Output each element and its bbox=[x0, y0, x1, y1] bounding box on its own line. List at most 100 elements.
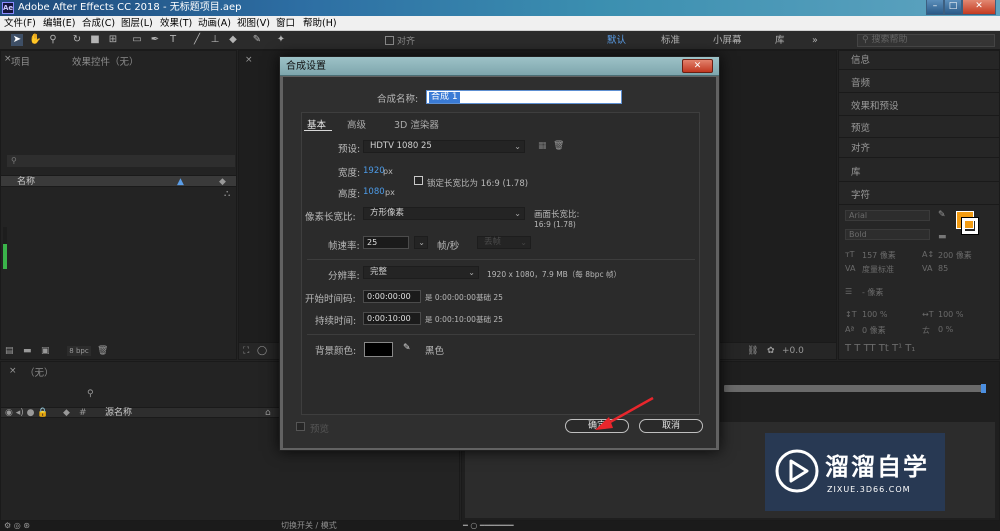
exposure-value[interactable]: +0.0 bbox=[782, 346, 804, 356]
start-timecode-input[interactable]: 0:00:00:00 bbox=[363, 290, 421, 303]
width-value[interactable]: 1920 bbox=[363, 166, 385, 176]
workspace-default[interactable]: 默认 bbox=[607, 34, 626, 47]
tab-3d-renderer[interactable]: 3D 渲染器 bbox=[394, 117, 439, 131]
panel-libraries[interactable]: 库 bbox=[839, 163, 999, 182]
tsume-value[interactable]: 0 % bbox=[938, 325, 953, 334]
panel-character[interactable]: 字符 bbox=[839, 186, 999, 205]
stroke-color-swatch[interactable] bbox=[961, 217, 979, 235]
panel-info[interactable]: 信息 bbox=[839, 51, 999, 70]
baseline-shift-value[interactable]: 0 像素 bbox=[862, 325, 886, 336]
comp-name-input[interactable]: 合成 1 bbox=[426, 90, 622, 104]
new-composition-icon[interactable]: ▣ bbox=[41, 346, 50, 356]
panel-audio[interactable]: 音频 bbox=[839, 74, 999, 93]
minimize-button[interactable]: – bbox=[926, 0, 944, 15]
tracking-value[interactable]: 85 bbox=[938, 264, 948, 273]
trash-icon[interactable]: 🗑 bbox=[97, 346, 108, 356]
eraser-tool-icon[interactable]: ◆ bbox=[227, 34, 239, 46]
new-folder-icon[interactable]: ▬ bbox=[23, 346, 32, 356]
fps-input[interactable]: 25 bbox=[363, 236, 409, 249]
panel-align[interactable]: 对齐 bbox=[839, 139, 999, 158]
puppet-tool-icon[interactable]: ✦ bbox=[275, 34, 287, 46]
eyedropper-icon[interactable]: ✎ bbox=[938, 210, 946, 220]
comp-panel-close-icon[interactable]: × bbox=[245, 55, 253, 65]
workspace-standard[interactable]: 标准 bbox=[661, 34, 680, 47]
switches-column-icon[interactable]: ⌂ bbox=[265, 408, 271, 418]
ok-button[interactable]: 确定 bbox=[565, 419, 629, 433]
panel-preview[interactable]: 预览 bbox=[839, 119, 999, 138]
camera-tool-icon[interactable]: ■ bbox=[89, 34, 101, 46]
snapshot-icon[interactable]: ✿ bbox=[767, 346, 775, 356]
status-icons[interactable]: ⚙ ◎ ⊛ bbox=[4, 521, 30, 530]
label-tag-icon[interactable]: ◆ bbox=[219, 177, 226, 187]
sort-asc-icon[interactable]: ▲ bbox=[177, 177, 184, 187]
timeline-close-icon[interactable]: × bbox=[9, 366, 17, 376]
column-name-label[interactable]: 名称 bbox=[17, 176, 35, 188]
zoom-tool-icon[interactable]: ⚲ bbox=[47, 34, 59, 46]
fps-dropdown[interactable]: ⌄ bbox=[414, 236, 428, 249]
lock-aspect-checkbox[interactable] bbox=[414, 176, 423, 185]
stroke-width-value[interactable]: - 像素 bbox=[862, 287, 883, 298]
hand-tool-icon[interactable]: ✋ bbox=[29, 34, 41, 46]
selection-tool-icon[interactable]: ➤ bbox=[11, 34, 23, 46]
pan-behind-tool-icon[interactable]: ⊞ bbox=[107, 34, 119, 46]
menu-file[interactable]: 文件(F) bbox=[4, 17, 36, 30]
search-help-input[interactable]: ⚲ 搜索帮助 bbox=[857, 34, 995, 47]
font-style-select[interactable]: Bold bbox=[845, 229, 930, 240]
menu-help[interactable]: 帮助(H) bbox=[303, 17, 337, 30]
timeline-tab[interactable]: （无） bbox=[25, 365, 54, 379]
dialog-titlebar[interactable]: 合成设置 ✕ bbox=[280, 57, 719, 76]
height-value[interactable]: 1080 bbox=[363, 187, 385, 197]
column-source-name[interactable]: 源名称 bbox=[105, 408, 132, 418]
workspace-library[interactable]: 库 bbox=[775, 34, 785, 47]
more-workspaces-icon[interactable]: » bbox=[812, 34, 818, 47]
leading-value[interactable]: 200 像素 bbox=[938, 250, 972, 261]
pixel-aspect-dropdown[interactable]: 方形像素 ⌄ bbox=[363, 207, 525, 220]
hierarchy-icon[interactable]: ⛬ bbox=[224, 189, 230, 199]
delete-preset-icon[interactable]: 🗑 bbox=[553, 141, 564, 151]
toggle-switches-modes[interactable]: 切换开关 / 模式 bbox=[281, 521, 337, 531]
font-family-select[interactable]: Arial bbox=[845, 210, 930, 221]
menu-view[interactable]: 视图(V) bbox=[237, 17, 270, 30]
type-tool-icon[interactable]: T bbox=[167, 34, 179, 46]
preview-checkbox[interactable] bbox=[296, 422, 305, 431]
snap-checkbox[interactable] bbox=[385, 36, 394, 45]
label-column-icon[interactable]: ◆ bbox=[63, 408, 70, 418]
panel-effects-presets[interactable]: 效果和预设 bbox=[839, 97, 999, 116]
resolution-dropdown[interactable]: 完整 ⌄ bbox=[363, 266, 479, 279]
preset-dropdown[interactable]: HDTV 1080 25 ⌄ bbox=[363, 140, 525, 153]
work-area-bar[interactable] bbox=[724, 385, 986, 392]
cancel-button[interactable]: 取消 bbox=[639, 419, 703, 433]
faux-styles-row[interactable]: T T TT Tt T¹ T₁ bbox=[845, 343, 915, 354]
clone-stamp-tool-icon[interactable]: ⊥ bbox=[209, 34, 221, 46]
rectangle-tool-icon[interactable]: ▭ bbox=[131, 34, 143, 46]
project-search-input[interactable]: ⚲ bbox=[7, 155, 235, 167]
vertical-scale-value[interactable]: 100 % bbox=[862, 310, 887, 319]
rotate-tool-icon[interactable]: ↻ bbox=[71, 34, 83, 46]
bg-eyedropper-icon[interactable]: ✎ bbox=[403, 343, 411, 353]
fast-preview-icon[interactable]: ⛓ bbox=[747, 346, 758, 356]
tab-effect-controls[interactable]: 效果控件（无） bbox=[72, 54, 139, 68]
tab-basic[interactable]: 基本 bbox=[307, 117, 326, 131]
workspace-small-screen[interactable]: 小屏幕 bbox=[713, 34, 742, 47]
menu-window[interactable]: 窗口 bbox=[276, 17, 295, 30]
duration-input[interactable]: 0:00:10:00 bbox=[363, 312, 421, 325]
no-color-icon[interactable]: ▬ bbox=[938, 232, 947, 242]
zoom-slider[interactable]: ━ ○ ━━━━━━━ bbox=[463, 521, 514, 530]
timeline-search-icon[interactable]: ⚲ bbox=[87, 389, 94, 399]
maximize-button[interactable]: □ bbox=[944, 0, 962, 15]
roto-brush-tool-icon[interactable]: ✎ bbox=[251, 34, 263, 46]
mask-visibility-icon[interactable]: ◯ bbox=[257, 346, 267, 356]
bpc-button[interactable]: 8 bpc bbox=[67, 346, 91, 356]
menu-effect[interactable]: 效果(T) bbox=[160, 17, 192, 30]
save-preset-icon[interactable]: ▦ bbox=[538, 141, 547, 151]
interpret-footage-icon[interactable]: ▤ bbox=[5, 346, 14, 356]
drop-frame-dropdown[interactable]: 丢帧 ⌄ bbox=[477, 236, 531, 249]
brush-tool-icon[interactable]: ╱ bbox=[191, 34, 203, 46]
always-preview-icon[interactable]: ⛶ bbox=[243, 346, 249, 356]
kerning-value[interactable]: 度量标准 bbox=[862, 264, 894, 275]
av-features-icons[interactable]: ◉ ◂) ● 🔒 bbox=[5, 408, 49, 418]
background-color-swatch[interactable] bbox=[364, 342, 393, 357]
tab-project[interactable]: 项目 bbox=[11, 54, 30, 68]
dialog-close-button[interactable]: ✕ bbox=[682, 59, 713, 73]
menu-animation[interactable]: 动画(A) bbox=[198, 17, 231, 30]
